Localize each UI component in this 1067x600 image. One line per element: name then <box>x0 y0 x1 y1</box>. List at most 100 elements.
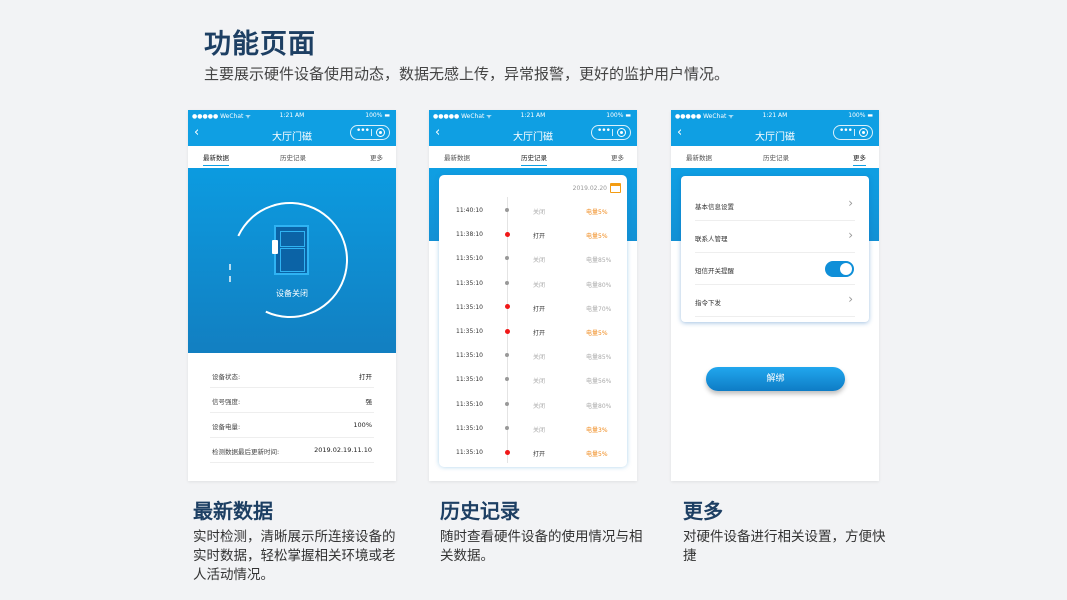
info-value: 100% <box>353 421 372 429</box>
open-dot-icon <box>504 449 510 455</box>
closed-dot-icon <box>505 377 509 382</box>
history-row: 11:35:10 打开 电量5% <box>439 441 627 465</box>
info-value: 打开 <box>359 373 372 381</box>
closed-dot-icon <box>505 425 509 430</box>
history-date: 2019.02.20 <box>572 185 607 192</box>
battery-label: 100% ▬ <box>606 112 631 119</box>
history-row: 11:35:10 关闭 电量80% <box>439 272 627 296</box>
history-battery: 电量5% <box>586 451 608 458</box>
tab-history[interactable]: 历史记录 <box>763 152 789 162</box>
device-status-caption: 设备关闭 <box>276 289 308 298</box>
info-label: 设备状态: <box>212 373 241 381</box>
history-battery: 电量85% <box>586 354 612 362</box>
battery-label: 100% ▬ <box>365 112 390 119</box>
tab-history[interactable]: 历史记录 <box>280 152 306 162</box>
nav-bar: ‹ 大厅门磁 ••• <box>429 122 637 146</box>
capsule-divider <box>371 129 372 136</box>
history-row: 11:35:10 打开 电量5% <box>439 320 627 344</box>
history-battery: 电量80% <box>586 402 612 410</box>
history-action: 关闭 <box>533 378 546 386</box>
history-action: 打开 <box>533 330 546 337</box>
setting-label: 联系人管理 <box>695 235 728 243</box>
caption-title: 最新数据 <box>193 499 273 523</box>
history-time: 11:35:10 <box>456 424 483 432</box>
history-action: 打开 <box>533 233 546 241</box>
history-battery: 电量70% <box>586 305 612 313</box>
history-card: 2019.02.20 11:40:10 关闭 电量5% 11:38:10 打开 电量5% 1… <box>439 175 627 467</box>
tab-more[interactable]: 更多 <box>853 152 866 166</box>
history-action: 关闭 <box>533 402 546 410</box>
door-panel-bottom <box>280 248 305 272</box>
info-row: 信号强度: 强 <box>210 388 374 413</box>
info-label: 检测数据最后更新时间: <box>212 448 280 456</box>
info-label: 信号强度: <box>212 398 241 406</box>
setting-contacts[interactable]: 联系人管理 › <box>695 220 855 253</box>
info-label: 设备电量: <box>212 423 241 431</box>
info-row: 设备状态: 打开 <box>210 363 374 388</box>
tab-history[interactable]: 历史记录 <box>521 152 547 166</box>
history-battery: 电量5% <box>586 209 608 216</box>
tab-bar: 最新数据 历史记录 更多 <box>188 146 396 169</box>
door-sensor-icon <box>272 240 278 254</box>
more-dots-icon[interactable]: ••• <box>356 126 370 137</box>
history-time: 11:35:10 <box>456 303 483 311</box>
tab-more[interactable]: 更多 <box>611 152 624 162</box>
history-time: 11:40:10 <box>456 207 483 214</box>
closed-dot-icon <box>505 353 509 358</box>
history-row: 11:35:10 关闭 电量3% <box>439 417 627 441</box>
caption-title: 更多 <box>683 499 723 523</box>
page-title: 功能页面 <box>204 29 316 60</box>
caption-desc: 随时查看硬件设备的使用情况与相关数据。 <box>440 529 643 564</box>
tab-latest[interactable]: 最新数据 <box>203 152 229 166</box>
page-subtitle: 主要展示硬件设备使用动态，数据无感上传，异常报警，更好的监护用户情况。 <box>204 65 730 83</box>
tab-latest[interactable]: 最新数据 <box>444 152 470 162</box>
history-action: 关闭 <box>533 354 546 362</box>
tab-bar: 最新数据 历史记录 更多 <box>429 146 637 169</box>
caption-desc: 实时检测，清晰展示所连接设备的实时数据，轻松掌握相关环境或老人活动情况。 <box>193 529 396 583</box>
history-time: 11:35:10 <box>456 352 483 360</box>
status-bar: ●●●●● WeChat ᯤ 1:21 AM 100% ▬ <box>429 110 637 122</box>
caption-latest: 最新数据 实时检测，清晰展示所连接设备的实时数据，轻松掌握相关环境或老人活动情况… <box>193 495 398 585</box>
battery-label: 100% ▬ <box>848 112 873 119</box>
status-bar: ●●●●● WeChat ᯤ 1:21 AM 100% ▬ <box>188 110 396 122</box>
setting-command[interactable]: 指令下发 › <box>695 284 855 317</box>
open-dot-icon <box>504 328 510 334</box>
more-dots-icon[interactable]: ••• <box>597 126 611 137</box>
door-icon <box>274 225 309 275</box>
tab-latest[interactable]: 最新数据 <box>686 152 712 162</box>
mini-program-capsule: ••• <box>350 125 390 140</box>
phone-history: ●●●●● WeChat ᯤ 1:21 AM 100% ▬ ‹ 大厅门磁 •••… <box>429 110 637 481</box>
unbind-button[interactable]: 解绑 <box>706 367 845 391</box>
status-bar: ●●●●● WeChat ᯤ 1:21 AM 100% ▬ <box>671 110 879 122</box>
history-action: 关闭 <box>533 257 546 265</box>
history-battery: 电量5% <box>586 233 608 241</box>
close-target-icon[interactable] <box>376 128 385 137</box>
history-time: 11:35:10 <box>456 400 483 408</box>
history-row: 11:40:10 关闭 电量5% <box>439 199 627 223</box>
closed-dot-icon <box>505 256 509 261</box>
close-target-icon[interactable] <box>617 128 626 137</box>
setting-basic-info[interactable]: 基本信息设置 › <box>695 188 855 221</box>
capsule-divider <box>612 129 613 136</box>
sms-toggle[interactable] <box>825 261 854 277</box>
device-info-list: 设备状态: 打开 信号强度: 强 设备电量: 100% 检测数据最后更新时间: … <box>210 363 374 463</box>
close-target-icon[interactable] <box>859 128 868 137</box>
door-panel-top <box>280 231 305 247</box>
history-time: 11:35:10 <box>456 376 483 384</box>
more-dots-icon[interactable]: ••• <box>839 126 853 137</box>
closed-dot-icon <box>505 208 509 212</box>
nav-bar: ‹ 大厅门磁 ••• <box>188 122 396 146</box>
calendar-icon[interactable] <box>610 183 621 193</box>
chevron-right-icon: › <box>848 292 853 306</box>
history-row: 11:35:10 关闭 电量85% <box>439 247 627 271</box>
history-battery: 电量56% <box>586 378 612 386</box>
open-dot-icon <box>504 231 510 237</box>
history-time: 11:35:10 <box>456 279 483 287</box>
history-row: 11:35:10 关闭 电量56% <box>439 368 627 392</box>
history-time: 11:35:10 <box>456 255 483 263</box>
history-time: 11:35:10 <box>456 449 483 456</box>
history-row: 11:35:10 关闭 电量80% <box>439 393 627 417</box>
history-time: 11:35:10 <box>456 328 483 335</box>
tab-more[interactable]: 更多 <box>370 152 383 162</box>
device-status-hero: 设备关闭 <box>188 168 396 353</box>
